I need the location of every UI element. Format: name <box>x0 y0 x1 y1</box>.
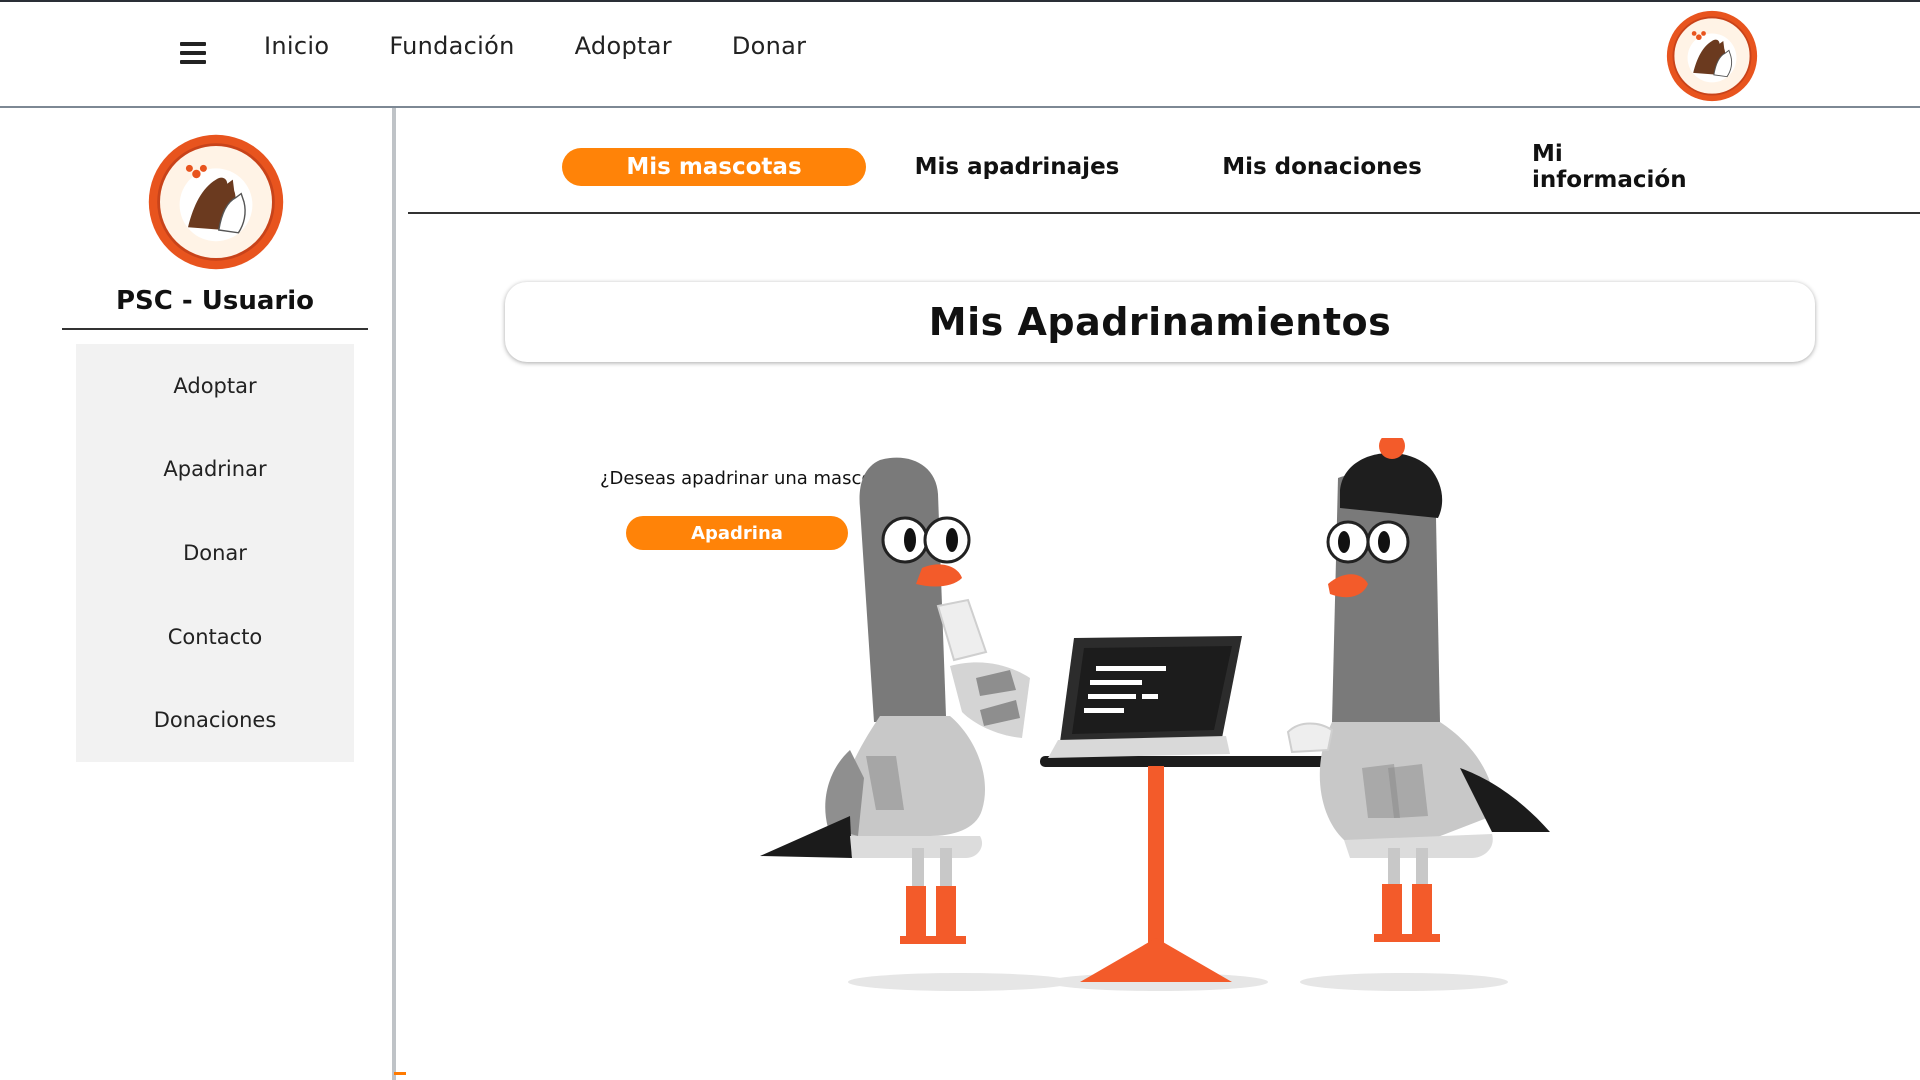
sidebar-item-adoptar[interactable]: Adoptar <box>76 344 354 428</box>
tab-mis-apadrinajes[interactable]: Mis apadrinajes <box>912 148 1122 186</box>
peluditos-logo-icon <box>148 134 284 270</box>
tab-bar: Mis mascotas Mis apadrinajes Mis donacio… <box>408 141 1920 214</box>
sidebar-item-apadrinar[interactable]: Apadrinar <box>76 428 354 512</box>
page-title: Mis Apadrinamientos <box>928 300 1392 344</box>
sidebar-title: PSC - Usuario <box>116 286 314 316</box>
nav-adoptar-link[interactable]: Adoptar <box>575 32 672 60</box>
tab-mi-informacion[interactable]: Mi información <box>1532 141 1722 193</box>
top-navigation-bar: Inicio Fundación Adoptar Donar <box>0 0 1920 108</box>
nav-inicio-link[interactable]: Inicio <box>264 32 329 60</box>
sidebar-item-contacto[interactable]: Contacto <box>76 595 354 679</box>
tab-mis-donaciones[interactable]: Mis donaciones <box>1222 148 1422 186</box>
peluditos-logo-icon[interactable] <box>1665 9 1759 103</box>
page-title-card: Mis Apadrinamientos <box>505 282 1815 362</box>
sidebar-edge-mark <box>394 1072 406 1075</box>
top-nav: Inicio Fundación Adoptar Donar <box>264 32 806 60</box>
hamburger-icon[interactable] <box>180 42 206 64</box>
sidebar-item-donar[interactable]: Donar <box>76 511 354 595</box>
sidebar: PSC - Usuario Adoptar Apadrinar Donar Co… <box>0 108 396 1080</box>
nav-fundacion-link[interactable]: Fundación <box>389 32 514 60</box>
sidebar-menu: Adoptar Apadrinar Donar Contacto Donacio… <box>76 344 354 762</box>
sidebar-divider <box>62 328 368 330</box>
tab-mis-mascotas[interactable]: Mis mascotas <box>562 148 866 186</box>
sidebar-item-donaciones[interactable]: Donaciones <box>76 678 354 762</box>
nav-donar-link[interactable]: Donar <box>732 32 806 60</box>
pigeons-laptop-illustration <box>760 438 1550 991</box>
